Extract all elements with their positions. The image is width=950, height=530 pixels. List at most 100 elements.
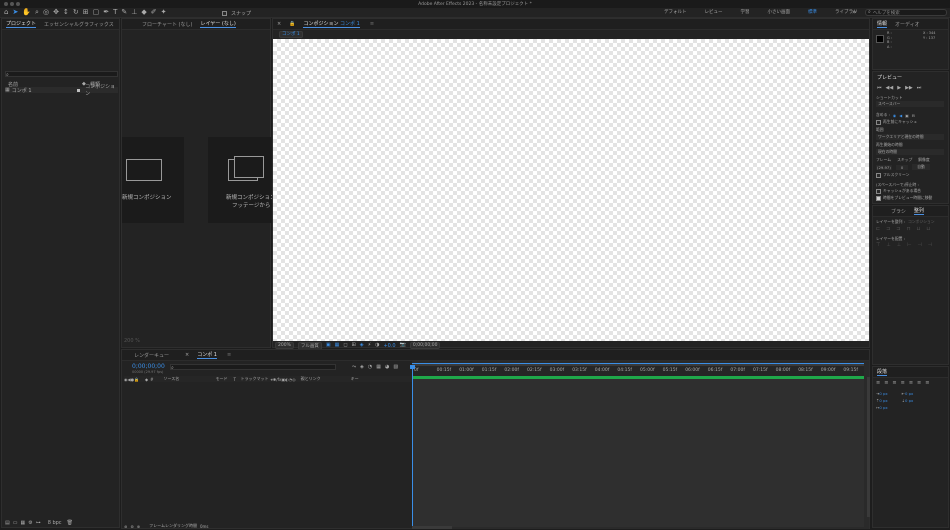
justify-all-icon[interactable]: ≡: [925, 380, 929, 386]
graph-editor-icon[interactable]: ▨: [393, 364, 398, 370]
resolution-dropdown[interactable]: 自動: [912, 164, 930, 170]
tab-brushes[interactable]: ブラシ: [891, 208, 906, 215]
bpc-label[interactable]: 8 bpc: [48, 520, 62, 526]
color-channel-icon[interactable]: ◈: [360, 343, 364, 348]
frame-blending-icon[interactable]: ▦: [376, 364, 381, 370]
pen-tool-icon[interactable]: ✒: [103, 9, 109, 16]
align-right-icon[interactable]: ⊐: [896, 226, 900, 232]
column-parent[interactable]: 親とリンク: [301, 376, 349, 382]
justify-right-icon[interactable]: ≡: [917, 380, 921, 386]
tab-comp[interactable]: コンポ 1: [197, 351, 217, 359]
align-top-icon[interactable]: ⊓: [907, 226, 911, 232]
project-list-item[interactable]: ▦ コンポ 1 コンポジション: [5, 84, 118, 97]
panel-menu-icon[interactable]: ≡: [370, 21, 374, 27]
selection-tool-icon[interactable]: ➤: [12, 9, 18, 16]
new-comp-from-footage-card[interactable]: 新規コンポジション フッテージから: [208, 137, 276, 223]
distribute-left-icon[interactable]: ⊢: [907, 242, 911, 248]
tab-project[interactable]: プロジェクト: [6, 20, 37, 28]
skip-dropdown[interactable]: 0: [895, 164, 909, 170]
eraser-tool-icon[interactable]: ◆: [141, 9, 146, 16]
align-vcenter-icon[interactable]: ⊔: [917, 226, 921, 232]
comp-mini-flowchart-icon[interactable]: ⤳: [352, 364, 356, 370]
cache-if-checkbox[interactable]: [876, 188, 881, 194]
snap-checkbox[interactable]: [222, 11, 227, 16]
play-icon[interactable]: ▶: [897, 85, 901, 91]
type-tool-icon[interactable]: T: [113, 9, 117, 16]
indent-left-field[interactable]: ⇥ 0 px: [876, 391, 888, 396]
track-area[interactable]: [412, 379, 864, 527]
distribute-bottom-icon[interactable]: ⊥: [897, 242, 901, 248]
expand-icon[interactable]: ⊕: [137, 524, 140, 529]
project-settings-icon[interactable]: ⚙: [28, 520, 32, 526]
indent-right-field[interactable]: ⇤ 0 px: [902, 391, 914, 396]
lock-icon[interactable]: 🔒: [289, 21, 295, 27]
space-before-field[interactable]: ⇡ 0 px: [876, 398, 888, 403]
workspace-small-screen[interactable]: 小さい画面: [768, 9, 791, 15]
tab-essential-graphics[interactable]: エッセンシャルグラフィックス: [44, 21, 114, 28]
comp-flowchart-toggle-icon[interactable]: ⊛: [124, 524, 127, 529]
pan-behind-icon[interactable]: ✥: [53, 9, 59, 16]
align-hcenter-icon[interactable]: ⊐: [886, 226, 890, 232]
distribute-top-icon[interactable]: ⊤: [876, 242, 880, 248]
frame-rate-dropdown[interactable]: (29.97): [876, 164, 892, 170]
current-time[interactable]: 0;00;00;00: [132, 363, 165, 370]
column-source-name[interactable]: ソース名: [163, 376, 213, 382]
justify-center-icon[interactable]: ≡: [909, 380, 913, 386]
play-from-dropdown[interactable]: 現在の時間: [876, 149, 944, 155]
column-t[interactable]: T: [233, 377, 238, 382]
panel-menu-icon[interactable]: ≡: [227, 352, 231, 358]
align-right-text-icon[interactable]: ≡: [892, 380, 896, 386]
rectangle-tool-icon[interactable]: ▢: [93, 9, 100, 16]
region-of-interest-icon[interactable]: ▣: [326, 343, 331, 348]
video-toggle-icon[interactable]: ◉: [893, 113, 896, 118]
new-comp-icon[interactable]: ▦: [20, 520, 25, 526]
fullscreen-row[interactable]: フルスクリーン: [876, 172, 909, 178]
tab-align[interactable]: 整列: [913, 207, 924, 215]
playhead-handle[interactable]: [410, 365, 415, 369]
tab-audio[interactable]: オーディオ: [895, 21, 920, 28]
help-search[interactable]: ⌕ ヘルプを検索: [865, 9, 947, 16]
interpret-footage-icon[interactable]: ▤: [5, 520, 10, 526]
new-composition-card[interactable]: 新規コンポジション: [122, 137, 184, 223]
tab-paragraph[interactable]: 段落: [877, 368, 888, 376]
overlay-toggle-icon[interactable]: ▣: [905, 113, 909, 118]
shortcut-dropdown[interactable]: スペースバー: [876, 101, 944, 107]
exposure-value[interactable]: +0.0: [383, 343, 395, 349]
close-icon[interactable]: ×: [277, 21, 281, 27]
new-folder-icon[interactable]: ▭: [13, 520, 18, 526]
layer-list[interactable]: [124, 383, 410, 523]
close-icon[interactable]: ×: [185, 352, 189, 358]
puppet-tool-icon[interactable]: ✦: [161, 9, 167, 16]
draft-3d-icon[interactable]: ◈: [360, 364, 364, 370]
dolly-tool-icon[interactable]: ↕: [63, 9, 69, 16]
tab-layer[interactable]: レイヤー (なし): [200, 20, 236, 28]
time-ruler[interactable]: 0f 00:15f 01:00f 01:15f 02:00f 02:15f 03:00f 03…: [412, 366, 864, 376]
fullscreen-checkbox[interactable]: [876, 172, 881, 178]
exposure-icon[interactable]: ◑: [375, 343, 379, 348]
timeline-scrollbar[interactable]: [867, 377, 870, 517]
workspace-standard[interactable]: 標準: [808, 9, 817, 15]
playhead[interactable]: [412, 366, 413, 527]
move-time-checkbox[interactable]: [876, 195, 881, 201]
cache-checkbox[interactable]: [876, 119, 881, 125]
help-search-input[interactable]: ヘルプを検索: [873, 10, 900, 16]
justify-left-icon[interactable]: ≡: [901, 380, 905, 386]
space-after-field[interactable]: ⇣ 0 px: [902, 398, 914, 403]
render-time-icon[interactable]: ⊚: [130, 524, 133, 529]
cache-before-play-row[interactable]: 再生前にキャッシュ: [876, 119, 917, 125]
workspace-default[interactable]: デフォルト: [664, 9, 687, 15]
zoom-tool-icon[interactable]: ⌕: [35, 9, 39, 16]
column-mode[interactable]: モード: [215, 376, 231, 382]
range-dropdown[interactable]: ワークエリアと現在の時間: [876, 134, 944, 140]
trash-icon[interactable]: 🗑: [67, 520, 73, 526]
mask-visibility-icon[interactable]: ◻: [343, 343, 347, 348]
zoom-dropdown[interactable]: 200%: [275, 342, 294, 349]
project-search[interactable]: ⌕: [5, 71, 118, 78]
move-time-row[interactable]: 時間をプレビュー時間に移動: [876, 195, 932, 201]
timeline-search[interactable]: ⌕: [170, 364, 336, 371]
zoom-slider[interactable]: [412, 526, 452, 529]
tab-preview[interactable]: プレビュー: [877, 74, 902, 81]
layer-zoom[interactable]: 200 %: [124, 338, 140, 344]
more-workspaces-icon[interactable]: »: [852, 9, 856, 16]
column-keys[interactable]: キー: [351, 376, 359, 382]
